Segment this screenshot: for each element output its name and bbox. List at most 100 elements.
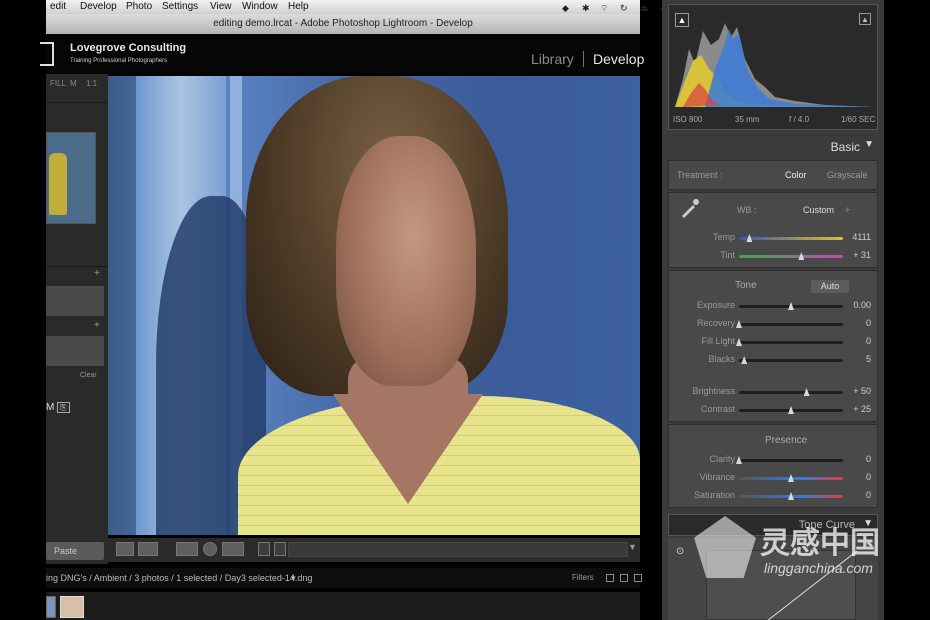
develop-toolbar: ▼ bbox=[108, 538, 640, 562]
toolbar-dropdown-icon[interactable]: ▼ bbox=[628, 542, 637, 552]
exif-iso: ISO 800 bbox=[673, 115, 703, 124]
loupe-view-icon[interactable] bbox=[116, 542, 134, 556]
menu-view[interactable]: View bbox=[210, 0, 232, 14]
slider-track[interactable] bbox=[739, 237, 843, 240]
slider-track[interactable] bbox=[739, 323, 843, 326]
module-develop-link[interactable]: Develop bbox=[593, 51, 644, 67]
bluetooth-icon[interactable]: ✱ bbox=[582, 1, 590, 15]
menu-develop[interactable]: Develop bbox=[80, 0, 117, 14]
clear-history-link[interactable]: Clear bbox=[80, 372, 97, 379]
zoom-fill[interactable]: FILL bbox=[50, 79, 66, 88]
auto-tone-button[interactable]: Auto bbox=[811, 280, 849, 293]
slider-value[interactable]: 5 bbox=[866, 354, 871, 364]
slider-track[interactable] bbox=[739, 341, 843, 344]
tone-group-label: Tone bbox=[735, 280, 757, 291]
slider-value[interactable]: + 31 bbox=[853, 250, 871, 260]
treatment-grayscale-option[interactable]: Grayscale bbox=[827, 170, 868, 180]
add-preset-icon[interactable]: + bbox=[94, 268, 100, 279]
exif-shutter: 1/60 SEC bbox=[841, 115, 876, 124]
prev-icon[interactable] bbox=[258, 542, 270, 556]
slider-track[interactable] bbox=[739, 255, 843, 258]
slider-brightness[interactable]: Brightness + 50 bbox=[669, 385, 879, 399]
zoom-m[interactable]: M bbox=[70, 79, 77, 88]
snapshots-panel[interactable] bbox=[46, 336, 104, 366]
target-adjust-icon[interactable]: ⊙ bbox=[676, 546, 684, 557]
menu-edit[interactable]: edit bbox=[50, 0, 66, 14]
red-eye-icon[interactable] bbox=[222, 542, 244, 556]
module-library-link[interactable]: Library bbox=[531, 51, 574, 67]
filter-toggle-icon[interactable] bbox=[606, 574, 614, 582]
eyedropper-icon[interactable] bbox=[679, 197, 701, 219]
slider-clarity[interactable]: Clarity 0 bbox=[669, 453, 879, 467]
slider-exposure[interactable]: Exposure 0.00 bbox=[669, 299, 879, 313]
spot-removal-icon[interactable] bbox=[203, 542, 217, 556]
slider-value[interactable]: 4111 bbox=[852, 232, 871, 242]
slider-value[interactable]: 0 bbox=[866, 336, 871, 346]
menu-photo[interactable]: Photo bbox=[126, 0, 152, 14]
menu-help[interactable]: Help bbox=[288, 0, 309, 14]
paste-button[interactable]: Paste bbox=[46, 542, 104, 560]
exif-aperture: f / 4.0 bbox=[789, 115, 810, 124]
slider-saturation[interactable]: Saturation 0 bbox=[669, 489, 879, 503]
add-snapshot-icon[interactable]: + bbox=[94, 320, 100, 331]
filter-toggle-icon[interactable] bbox=[620, 574, 628, 582]
filmstrip-thumbnail-selected[interactable] bbox=[60, 596, 84, 618]
metadata-m-icon[interactable]: M bbox=[46, 402, 54, 413]
brand-name: Lovegrove Consulting bbox=[70, 42, 187, 54]
wb-dropdown-arrow-icon[interactable]: ÷ bbox=[845, 205, 850, 215]
slider-label: Contrast bbox=[700, 404, 735, 414]
menu-extra-icon[interactable]: ◆ bbox=[562, 1, 569, 15]
slider-value[interactable]: 0 bbox=[866, 490, 871, 500]
crop-tool-icon[interactable] bbox=[176, 542, 198, 556]
eject-icon[interactable]: ⏏ bbox=[640, 1, 649, 15]
sync-icon[interactable]: ↻ bbox=[620, 1, 628, 15]
zoom-1-1[interactable]: 1:1 bbox=[86, 79, 97, 88]
wifi-icon[interactable]: ⌔ bbox=[600, 1, 608, 15]
source-dropdown-icon[interactable]: ▾ bbox=[291, 568, 296, 588]
watermark: 灵感中国 lingganchina.com bbox=[694, 516, 914, 580]
menu-bar: edit Develop Photo Settings View Window … bbox=[46, 0, 670, 15]
slider-recovery[interactable]: Recovery 0 bbox=[669, 317, 879, 331]
slider-value[interactable]: + 25 bbox=[853, 404, 871, 414]
filmstrip-thumbnail[interactable] bbox=[46, 596, 56, 618]
slider-value[interactable]: 0 bbox=[866, 454, 871, 464]
slider-fill-light[interactable]: Fill Light 0 bbox=[669, 335, 879, 349]
slider-track[interactable] bbox=[739, 459, 843, 462]
slider-contrast[interactable]: Contrast + 25 bbox=[669, 403, 879, 417]
wb-dropdown[interactable]: Custom bbox=[803, 205, 834, 215]
photo-canvas[interactable] bbox=[108, 76, 640, 535]
treatment-box: Treatment : Color Grayscale bbox=[668, 160, 878, 190]
slider-track[interactable] bbox=[739, 359, 843, 362]
slider-value[interactable]: 0 bbox=[866, 318, 871, 328]
filmstrip-source-path[interactable]: ing DNG's / Ambient / 3 photos / 1 selec… bbox=[46, 568, 312, 588]
filmstrip-bar: ing DNG's / Ambient / 3 photos / 1 selec… bbox=[46, 568, 642, 588]
slider-value[interactable]: 0 bbox=[866, 472, 871, 482]
slider-value[interactable]: + 50 bbox=[853, 386, 871, 396]
subject-face bbox=[336, 136, 476, 386]
slider-vibrance[interactable]: Vibrance 0 bbox=[669, 471, 879, 485]
history-icons: M ⎘ bbox=[46, 402, 70, 413]
brand-tagline: Training Professional Photographers bbox=[70, 58, 168, 64]
slider-blacks[interactable]: Blacks 5 bbox=[669, 353, 879, 367]
navigator-preview[interactable] bbox=[46, 132, 96, 224]
filter-toggle-icon[interactable] bbox=[634, 574, 642, 582]
filters-label[interactable]: Filters bbox=[572, 568, 594, 588]
next-icon[interactable] bbox=[274, 542, 286, 556]
exif-focal-length: 35 mm bbox=[735, 115, 760, 124]
slider-temp[interactable]: Temp 4111 bbox=[669, 231, 879, 245]
slider-label: Exposure bbox=[696, 300, 735, 310]
slider-value[interactable]: 0.00 bbox=[853, 300, 871, 310]
window-title: editing demo.lrcat - Adobe Photoshop Lig… bbox=[213, 18, 473, 29]
treatment-color-option[interactable]: Color bbox=[785, 170, 807, 180]
menu-window[interactable]: Window bbox=[242, 0, 278, 14]
basic-panel-header[interactable]: Basic ▼ bbox=[668, 136, 878, 158]
menu-settings[interactable]: Settings bbox=[162, 0, 198, 14]
toolbar-content-field[interactable] bbox=[288, 542, 628, 557]
collapse-triangle-icon[interactable]: ▼ bbox=[864, 139, 874, 150]
slider-tint[interactable]: Tint + 31 bbox=[669, 249, 879, 263]
window-title-bar: editing demo.lrcat - Adobe Photoshop Lig… bbox=[46, 14, 640, 50]
slider-track[interactable] bbox=[739, 391, 843, 394]
presets-panel[interactable] bbox=[46, 286, 104, 316]
before-after-icon[interactable] bbox=[138, 542, 158, 556]
copy-settings-icon[interactable]: ⎘ bbox=[57, 402, 70, 413]
